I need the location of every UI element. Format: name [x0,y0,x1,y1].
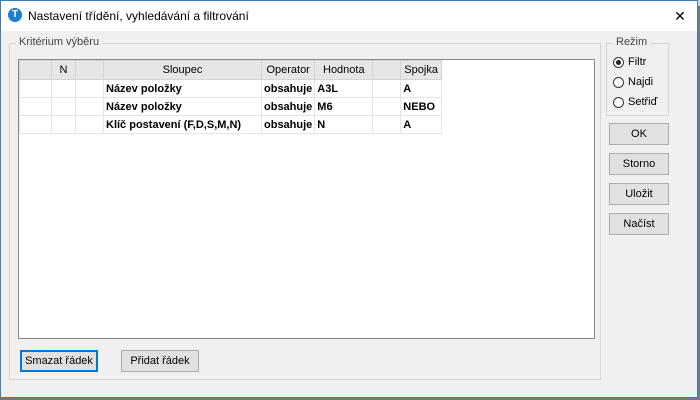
column-header-n[interactable]: N [51,60,76,80]
operator-cell[interactable]: obsahuje [260,97,316,116]
operator-cell[interactable]: obsahuje [260,79,316,98]
row-n-cell[interactable] [51,79,76,98]
radio-unselected-icon [613,77,624,88]
spojka-cell[interactable]: A [400,115,442,134]
row-n-cell[interactable] [51,115,76,134]
row-blank-cell-2[interactable] [372,79,402,98]
criteria-grid[interactable]: N Sloupec Operator Hodnota Spojka Název … [18,59,595,339]
radio-unselected-icon [613,97,624,108]
sloupec-cell[interactable]: Klíč postavení (F,D,S,M,N) [103,115,262,134]
radio-setrid-label: Setřiď [628,96,658,108]
hodnota-cell[interactable]: M6 [314,97,374,116]
row-select-cell[interactable] [19,115,52,134]
column-header-sloupec[interactable]: Sloupec [103,60,262,80]
spojka-cell[interactable]: A [400,79,442,98]
dialog-window: T Nastavení třídění, vyhledávání a filtr… [0,0,698,398]
row-select-cell[interactable] [19,97,52,116]
criteria-table: N Sloupec Operator Hodnota Spojka Název … [19,60,442,134]
hodnota-cell[interactable]: N [314,115,374,134]
radio-filtr-label: Filtr [628,56,647,68]
storno-button[interactable]: Storno [609,153,669,175]
table-row[interactable]: Klíč postavení (F,D,S,M,N) obsahuje N A [19,115,442,134]
close-icon[interactable]: ✕ [671,7,689,25]
delete-row-button[interactable]: Smazat řádek [20,350,98,372]
column-header-blank[interactable] [75,60,104,80]
operator-cell[interactable]: obsahuje [260,115,316,134]
column-header-hodnota[interactable]: Hodnota [314,60,374,80]
grid-header-row: N Sloupec Operator Hodnota Spojka [19,60,442,80]
column-header-select[interactable] [19,60,52,80]
app-logo-icon: T [8,8,22,22]
row-blank-cell-2[interactable] [372,115,402,134]
table-row[interactable]: Název položky obsahuje M6 NEBO [19,97,442,116]
title-bar: T Nastavení třídění, vyhledávání a filtr… [1,1,697,31]
radio-selected-icon [613,57,624,68]
row-blank-cell[interactable] [75,97,104,116]
hodnota-cell[interactable]: A3L [314,79,374,98]
column-header-operator[interactable]: Operator [260,60,316,80]
window-title: Nastavení třídění, vyhledávání a filtrov… [28,9,249,23]
save-button[interactable]: Uložit [609,183,669,205]
column-header-spojka[interactable]: Spojka [400,60,442,80]
row-blank-cell-2[interactable] [372,97,402,116]
radio-najdi-label: Najdi [628,76,654,88]
sloupec-cell[interactable]: Název položky [103,97,262,116]
spojka-cell[interactable]: NEBO [400,97,442,116]
mode-group-label: Režim [613,36,651,48]
row-select-cell[interactable] [19,79,52,98]
row-blank-cell[interactable] [75,115,104,134]
table-row[interactable]: Název položky obsahuje A3L A [19,79,442,98]
radio-dot-icon [616,60,621,65]
load-button[interactable]: Načíst [609,213,669,235]
row-n-cell[interactable] [51,97,76,116]
ok-button[interactable]: OK [609,123,669,145]
column-header-blank-2[interactable] [372,60,402,80]
criteria-group-label: Kritérium výběru [16,36,103,48]
sloupec-cell[interactable]: Název položky [103,79,262,98]
add-row-button[interactable]: Přidat řádek [121,350,199,372]
row-blank-cell[interactable] [75,79,104,98]
